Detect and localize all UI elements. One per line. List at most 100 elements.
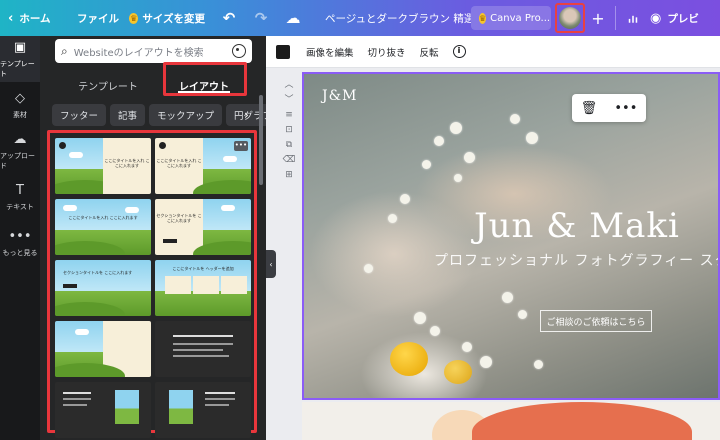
blossom (434, 136, 444, 146)
layout-thumb[interactable]: セクションタイトルを ここに入れます (155, 199, 251, 255)
undo-button[interactable]: ↶ (213, 0, 245, 36)
hero-subtitle[interactable]: プロフェッショナル フォトグラフィー スタ (434, 250, 718, 270)
rail-item-upload[interactable]: ☁ アップロード (0, 128, 40, 174)
preview-label: プレビ (667, 12, 699, 25)
blossom (414, 312, 426, 324)
cloud-save-button[interactable]: ☁ (277, 0, 309, 36)
layout-thumb[interactable] (155, 382, 251, 438)
preview-button[interactable]: ◉ プレビ (646, 0, 707, 36)
layout-thumb[interactable]: セクションタイトルを ここに入れます (55, 260, 151, 316)
hero-title[interactable]: Jun & Maki (474, 206, 680, 246)
resize-label: サイズを変更 (142, 12, 205, 25)
rail-item-label: テンプレート (0, 59, 35, 78)
add-page-icon[interactable]: ⊞ (285, 168, 293, 183)
search-bar[interactable]: ⌕ Websiteのレイアウトを検索 (55, 39, 252, 63)
search-icon: ⌕ (61, 43, 68, 58)
avatar-highlight (555, 3, 585, 33)
more-options-icon[interactable]: ••• (234, 141, 248, 151)
blossom (510, 114, 520, 124)
tab-templates[interactable]: テンプレート (68, 74, 148, 96)
insights-button[interactable] (620, 0, 646, 36)
avatar[interactable] (559, 7, 581, 29)
layout-thumb[interactable]: ここにタイトルを入れ ここに入れます (55, 199, 151, 255)
collapse-panel-button[interactable]: ‹ (266, 250, 276, 278)
rail-item-more[interactable]: ••• もっと見る (0, 220, 40, 266)
filter-chips: フッター 記事 モックアップ 円グラフ (52, 104, 266, 126)
cta-button[interactable]: ご相談のご依頼はこちら (540, 310, 652, 332)
top-bar: ‹ ホーム ファイル ♛ サイズを変更 ↶ ↷ ☁ ページュとダークブラウン 精… (0, 0, 720, 36)
next-page-preview[interactable] (302, 402, 720, 440)
layout-thumb[interactable] (155, 321, 251, 377)
search-input[interactable]: Websiteのレイアウトを検索 (74, 44, 232, 59)
resize-button[interactable]: ♛ サイズを変更 (123, 0, 213, 36)
thumb-line (173, 355, 229, 357)
chip-footer[interactable]: フッター (52, 104, 107, 126)
thumb-dot (59, 142, 66, 149)
chip-mockup[interactable]: モックアップ (149, 104, 223, 126)
notes-icon[interactable]: ≡ (285, 108, 293, 123)
blossom (388, 214, 397, 223)
layout-icon: ▣ (13, 39, 27, 55)
info-icon[interactable]: i (452, 45, 466, 58)
flip-button[interactable]: 反転 (420, 45, 439, 59)
thumb-image (115, 390, 139, 424)
thumb-card (221, 276, 247, 294)
chip-article[interactable]: 記事 (110, 104, 146, 126)
chevron-up-icon[interactable]: ︿ (284, 78, 293, 93)
home-button[interactable]: ‹ ホーム (0, 0, 68, 36)
blossom (534, 360, 543, 369)
eye-icon: ◉ (650, 10, 662, 26)
shapes-icon: ◇ (15, 90, 25, 106)
add-collaborator-button[interactable]: + (585, 0, 611, 36)
design-title[interactable]: ページュとダークブラウン 精選され... (309, 0, 471, 36)
logo-text[interactable]: J&M (322, 88, 357, 104)
thumb-line (63, 392, 91, 394)
cloud-shape (63, 205, 77, 211)
trash-icon[interactable]: ⌫ (283, 153, 296, 168)
lock-icon[interactable]: ⊡ (285, 123, 293, 138)
thumb-line (173, 349, 223, 351)
bar-chart-icon (628, 15, 638, 23)
more-options-icon[interactable]: ••• (614, 101, 637, 116)
cloud-shape (221, 205, 235, 211)
cloud-shape (75, 329, 89, 335)
rail-item-elements[interactable]: ◇ 素材 (0, 82, 40, 128)
panel-scrollbar[interactable] (259, 95, 263, 185)
blossom (364, 264, 373, 273)
crop-button[interactable]: 切り抜き (368, 45, 406, 59)
layout-thumb[interactable]: ここにタイトルを入れ ここに入れます ••• (155, 138, 251, 194)
thumb-line (205, 398, 235, 400)
lemon (444, 360, 472, 384)
thumb-text-area: セクションタイトルを ここに入れます (155, 199, 203, 255)
redo-button[interactable]: ↷ (245, 0, 277, 36)
editor-toolbar: 画像を編集 切り抜き 反転 i (266, 36, 720, 68)
upload-icon: ☁ (13, 131, 27, 147)
trash-icon[interactable]: 🗑 (581, 101, 598, 116)
blossom (422, 160, 431, 169)
chevron-down-icon[interactable]: ﹀ (284, 93, 293, 108)
color-swatch[interactable] (276, 44, 290, 59)
duplicate-icon[interactable]: ⧉ (286, 138, 292, 153)
thumb-button (163, 239, 177, 243)
layout-thumb[interactable] (55, 382, 151, 438)
resize-handle[interactable] (592, 398, 602, 400)
layout-thumb[interactable]: ここにタイトルを ヘッダーを追加 (155, 260, 251, 316)
thumb-landscape (55, 321, 125, 377)
canva-pro-button[interactable]: ♛ Canva Pro... (471, 6, 551, 30)
blossom (462, 342, 472, 352)
canvas-page[interactable]: J&M 🗑 ••• Jun & Maki プロフェッショナル フォトグラフィー … (302, 72, 720, 400)
chevron-left-icon: ‹ (8, 10, 14, 26)
thumb-text-area: ここにタイトルを入れ ここに入れます (103, 138, 151, 194)
chevron-right-icon[interactable]: › (244, 108, 249, 122)
rail-item-templates[interactable]: ▣ テンプレート (0, 36, 40, 82)
crown-icon: ♛ (479, 12, 487, 24)
edit-image-button[interactable]: 画像を編集 (306, 45, 354, 59)
home-label: ホーム (19, 12, 51, 25)
file-menu[interactable]: ファイル (68, 0, 123, 36)
rail-item-label: 素材 (13, 110, 27, 119)
layout-thumb[interactable]: ここにタイトルを入れ ここに入れます (55, 138, 151, 194)
palette-icon[interactable] (232, 44, 246, 58)
layout-thumb[interactable] (55, 321, 151, 377)
text-icon: T (16, 182, 24, 198)
rail-item-text[interactable]: T テキスト (0, 174, 40, 220)
